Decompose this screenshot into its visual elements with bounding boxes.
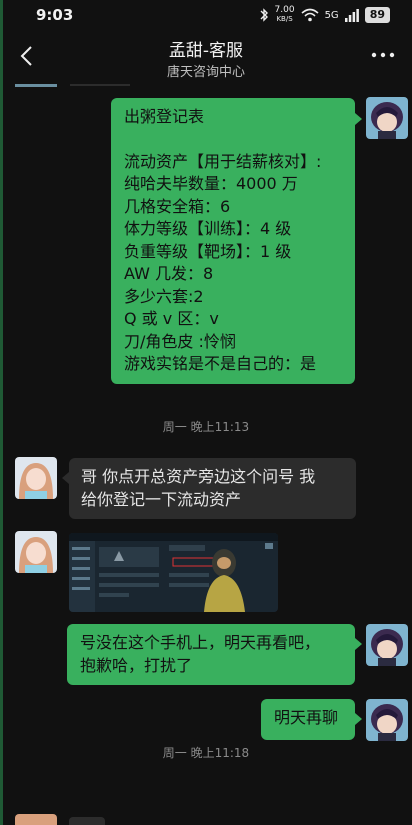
timestamp: 周一 晚上11:13 xyxy=(162,420,250,434)
form-line: AW 几发：8 xyxy=(124,264,214,283)
form-line: 几格安全箱：6 xyxy=(124,196,231,216)
form-line: 体力等级【训练】：4 级 xyxy=(124,219,292,238)
message-line: 给你登记一下流动资产 xyxy=(81,490,242,509)
status-time: 9:03 xyxy=(36,6,74,24)
message-line: 明天再聊 xyxy=(274,708,339,727)
more-options-button[interactable] xyxy=(370,44,396,66)
form-line: 出粥登记表 xyxy=(124,107,205,126)
partial-avatar-top xyxy=(15,84,57,87)
game-screenshot-graphic xyxy=(69,533,278,612)
user-avatar-icon xyxy=(366,624,408,666)
more-dots-icon xyxy=(371,52,395,58)
avatar-self[interactable] xyxy=(366,624,408,666)
signal-label: 5G xyxy=(324,9,339,21)
form-line: 负重等级【靶场】：1 级 xyxy=(124,241,292,261)
sent-message[interactable]: 明天再聊 xyxy=(261,699,355,740)
form-line: 刀/角色皮 :怜悯 xyxy=(124,331,236,351)
partial-bubble-bottom xyxy=(69,817,105,825)
bubble-tail xyxy=(355,713,362,725)
bubble-tail xyxy=(355,113,362,125)
message-line: 抱歉哈，打扰了 xyxy=(80,655,193,675)
status-icons: 7.00 KB/S 5G 89 xyxy=(259,5,390,25)
avatar-self[interactable] xyxy=(366,97,408,139)
form-line: 流动资产【用于结薪核对】: xyxy=(124,151,322,171)
user-avatar-icon xyxy=(366,699,408,741)
sent-message[interactable]: 号没在这个手机上，明天再看吧， 抱歉哈，打扰了 xyxy=(67,624,355,685)
network-speed-value: 7.00 xyxy=(274,5,295,15)
sent-message-form[interactable]: 出粥登记表 流动资产【用于结薪核对】: 纯哈夫毕数量：4000 万 几格安全箱：… xyxy=(111,98,355,384)
partial-bubble-top xyxy=(70,84,130,86)
status-bar: 9:03 7.00 KB/S 5G 89 xyxy=(0,0,412,30)
wifi-icon xyxy=(301,8,319,22)
bubble-tail xyxy=(355,638,362,650)
received-message[interactable]: 哥 你点开总资产旁边这个问号 我 给你登记一下流动资产 xyxy=(69,458,356,519)
partial-avatar-bottom xyxy=(15,814,57,825)
avatar-agent[interactable] xyxy=(15,531,57,573)
agent-avatar-icon xyxy=(15,531,57,573)
chat-title: 孟甜-客服 xyxy=(168,41,244,61)
bluetooth-icon xyxy=(260,8,268,22)
form-line: 游戏实铭是不是自己的：是 xyxy=(124,354,317,373)
chat-subtitle: 唐天咨询中心 xyxy=(166,65,245,80)
user-avatar-icon xyxy=(366,97,408,139)
chat-header: 孟甜-客服 唐天咨询中心 xyxy=(0,30,412,86)
network-speed-unit: KB/S xyxy=(276,15,293,23)
form-line xyxy=(124,129,342,151)
network-speed: 7.00 KB/S xyxy=(275,6,295,24)
avatar-agent[interactable] xyxy=(15,457,57,499)
form-line: Q 或 v 区：v xyxy=(124,309,219,328)
avatar-self[interactable] xyxy=(366,699,408,741)
signal-icon xyxy=(344,8,359,22)
message-line: 号没在这个手机上，明天再看吧， xyxy=(80,633,321,652)
bubble-tail xyxy=(62,472,69,484)
left-edge-bar xyxy=(0,0,3,825)
form-line: 纯哈夫毕数量：4000 万 xyxy=(124,174,298,193)
battery-indicator: 89 xyxy=(364,7,390,23)
message-line: 哥 你点开总资产旁边这个问号 我 xyxy=(81,467,316,486)
form-line: 多少六套:2 xyxy=(124,286,204,306)
timestamp: 周一 晚上11:18 xyxy=(162,746,250,760)
game-screenshot-image[interactable] xyxy=(69,533,278,612)
agent-avatar-icon xyxy=(15,457,57,499)
